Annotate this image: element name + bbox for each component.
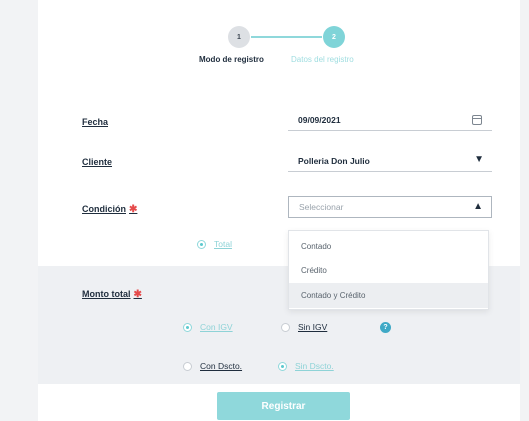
radio-unselected-icon	[183, 361, 192, 371]
condicion-select[interactable]: Seleccionar ▲	[288, 196, 492, 218]
con-descuento-label: Con Dscto.	[200, 361, 243, 371]
sin-igv-label: Sin IGV	[298, 322, 328, 332]
radio-selected-icon	[183, 322, 192, 332]
calendar-icon[interactable]	[472, 115, 482, 125]
required-asterisk: ✱	[133, 289, 142, 300]
radio-selected-icon	[197, 239, 206, 249]
fecha-value: 09/09/2021	[298, 114, 341, 125]
condicion-placeholder: Seleccionar	[299, 202, 344, 212]
help-icon[interactable]: ?	[380, 322, 391, 333]
step-connector	[251, 36, 322, 38]
dropdown-option-credito[interactable]: Crédito	[289, 259, 488, 284]
cliente-select[interactable]: Polleria Don Julio ▼	[288, 150, 492, 172]
dropdown-option-contado-y-credito[interactable]: Contado y Crédito	[289, 283, 488, 308]
pago-total-radio[interactable]: Total	[197, 239, 232, 249]
condicion-label: Condición ✱	[82, 204, 138, 215]
step-2-label[interactable]: Datos del registro	[291, 55, 354, 64]
sin-descuento-radio[interactable]: Sin Dscto.	[278, 361, 334, 371]
registrar-button[interactable]: Registrar	[217, 392, 350, 420]
sin-igv-radio[interactable]: Sin IGV	[281, 322, 327, 332]
fecha-label: Fecha	[82, 117, 109, 127]
caret-up-icon: ▲	[473, 201, 483, 212]
cliente-value: Polleria Don Julio	[298, 155, 370, 166]
step-1-indicator[interactable]: 1	[228, 26, 250, 48]
con-igv-radio[interactable]: Con IGV	[183, 322, 233, 332]
fecha-input[interactable]: 09/09/2021	[288, 109, 492, 131]
con-igv-label: Con IGV	[200, 322, 233, 332]
dropdown-option-contado[interactable]: Contado	[289, 234, 488, 259]
step-1-number: 1	[237, 33, 241, 41]
sin-descuento-label: Sin Dscto.	[295, 361, 334, 371]
caret-down-icon: ▼	[474, 154, 484, 165]
radio-unselected-icon	[281, 322, 290, 332]
condicion-dropdown: Contado Crédito Contado y Crédito	[288, 230, 489, 310]
step-1-label[interactable]: Modo de registro	[199, 55, 264, 64]
con-descuento-radio[interactable]: Con Dscto.	[183, 361, 242, 371]
cliente-label: Cliente	[82, 157, 113, 167]
radio-selected-icon	[278, 361, 287, 371]
step-2-indicator[interactable]: 2	[323, 26, 345, 48]
step-2-number: 2	[332, 33, 336, 41]
monto-label: Monto total ✱	[82, 289, 142, 300]
pago-total-label: Total	[214, 239, 232, 249]
required-asterisk: ✱	[129, 204, 138, 215]
